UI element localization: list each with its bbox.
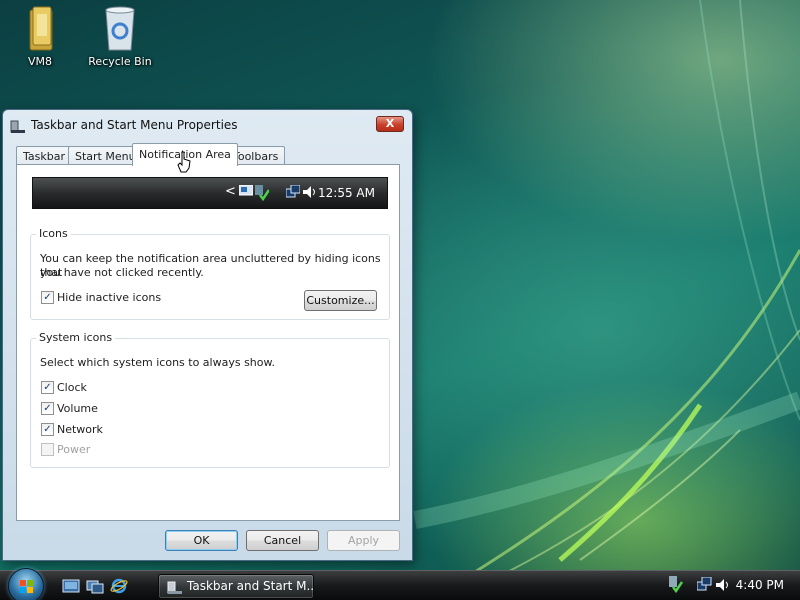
tray-app-icon [238,184,254,200]
icons-group-title: Icons [36,227,71,240]
volume-icon [303,186,317,201]
security-check-icon[interactable] [669,576,684,597]
network-checkbox[interactable]: ✓ Network [41,422,103,436]
desktop-icon-label: VM8 [27,55,52,68]
ok-button[interactable]: OK [165,530,238,551]
checkbox-checked[interactable]: ✓ [41,380,54,394]
apply-button: Apply [327,530,400,551]
system-icons-description: Select which system icons to always show… [40,356,275,369]
network-label: Network [57,422,103,436]
switch-windows-icon[interactable] [86,578,104,594]
start-button[interactable] [8,568,44,600]
show-desktop-icon[interactable] [62,578,80,594]
cancel-button[interactable]: Cancel [246,530,319,551]
taskbar-clock[interactable]: 4:40 PM [736,578,784,592]
notification-area-panel: < 12:55 AM Icons You can keep the notifi… [16,164,400,521]
taskbar: Taskbar and Start M... 4:40 PM [0,568,800,600]
mouse-cursor-icon [177,151,191,173]
recycle-bin-icon [100,4,140,52]
close-button[interactable]: X [376,116,404,132]
desktop-icon-recycle-bin[interactable]: Recycle Bin [80,4,160,68]
power-label: Power [57,442,91,456]
clock-label: Clock [57,380,87,394]
desktop-icon-vm8[interactable]: VM8 [0,4,80,68]
icons-description-line2: you have not clicked recently. [40,266,204,279]
customize-button[interactable]: Customize... [304,290,377,311]
notification-area-preview: < 12:55 AM [32,177,388,209]
checkbox-checked[interactable]: ✓ [41,401,54,415]
folder-icon [20,4,60,52]
checkbox-checked[interactable]: ✓ [41,290,54,304]
desktop-icon-label: Recycle Bin [88,55,152,68]
title-bar[interactable]: Taskbar and Start Menu Properties X [3,110,412,140]
security-check-icon [255,185,271,204]
taskbar-properties-icon [167,579,183,595]
volume-label: Volume [57,401,98,415]
checkbox-checked[interactable]: ✓ [41,422,54,436]
network-icon[interactable] [696,576,712,595]
tab-taskbar[interactable]: Taskbar [16,146,72,165]
volume-checkbox[interactable]: ✓ Volume [41,401,98,415]
hide-inactive-icons-label: Hide inactive icons [57,290,162,304]
preview-clock: 12:55 AM [318,186,375,200]
hide-inactive-icons-checkbox[interactable]: ✓ Hide inactive icons [41,290,161,304]
icons-group: Icons You can keep the notification area… [30,227,390,320]
checkbox-unchecked [41,442,54,456]
windows-logo-icon [20,580,33,593]
taskbar-window-button[interactable]: Taskbar and Start M... [158,574,314,599]
taskbar-properties-icon [10,118,26,134]
power-checkbox: Power [41,442,90,456]
internet-explorer-icon[interactable] [110,578,128,594]
expand-arrow-icon: < [225,184,236,199]
window-title: Taskbar and Start Menu Properties [31,118,238,132]
clock-checkbox[interactable]: ✓ Clock [41,380,87,394]
taskbar-window-label: Taskbar and Start M... [187,579,314,593]
volume-icon[interactable] [716,579,730,594]
network-icon [285,184,301,202]
system-icons-group-title: System icons [36,331,116,344]
properties-dialog: Taskbar and Start Menu Properties X Task… [2,109,413,561]
system-icons-group: System icons Select which system icons t… [30,331,390,468]
